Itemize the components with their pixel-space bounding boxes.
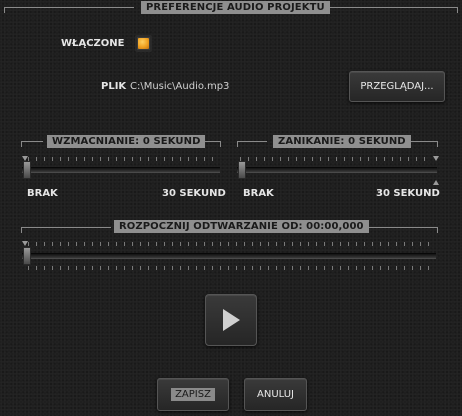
fade-in-track[interactable] [22, 167, 220, 173]
start-from-slider-thumb[interactable] [23, 247, 31, 265]
fade-out-track[interactable] [237, 167, 437, 173]
fade-in-slider-thumb[interactable] [23, 161, 31, 179]
file-path: C:\Music\Audio.mp3 [130, 81, 230, 92]
browse-button[interactable]: PRZEGLĄDAJ... [349, 71, 445, 102]
fade-in-min-label: BRAK [27, 188, 58, 199]
start-from-ticks-bottom [28, 266, 436, 270]
save-button-label: ZAPISZ [171, 388, 215, 401]
page-title: PREFERENCJE AUDIO PROJEKTU [141, 1, 330, 14]
fade-out-marker-icon [433, 156, 439, 161]
save-button[interactable]: ZAPISZ [157, 378, 229, 411]
fade-out-end-arrow-icon [433, 180, 439, 185]
enabled-label: WŁĄCZONE [61, 38, 125, 49]
fade-in-title: WZMACNIANIE: 0 SEKUND [47, 135, 206, 148]
fade-out-max-label: 30 SEKUND [376, 188, 440, 199]
start-from-track[interactable] [22, 253, 436, 259]
fade-in-ticks [28, 157, 220, 161]
cancel-button[interactable]: ANULUJ [244, 378, 307, 411]
play-button[interactable] [205, 294, 257, 346]
start-from-ticks-top [28, 242, 436, 246]
fade-out-slider-thumb[interactable] [238, 161, 246, 179]
fade-in-max-label: 30 SEKUND [162, 188, 226, 199]
start-from-title: ROZPOCZNIJ ODTWARZANIE OD: 00:00,000 [114, 220, 369, 233]
file-label: PLIK [101, 81, 127, 92]
fade-out-min-label: BRAK [243, 188, 274, 199]
start-from-marker-icon [22, 241, 28, 246]
browse-button-label: PRZEGLĄDAJ... [360, 81, 434, 92]
fade-out-title: ZANIKANIE: 0 SEKUND [273, 135, 411, 148]
checkbox-checkmark [138, 38, 149, 49]
play-icon [223, 309, 240, 331]
cancel-button-label: ANULUJ [257, 389, 294, 400]
fade-out-ticks [240, 157, 432, 161]
enabled-checkbox[interactable] [135, 35, 152, 52]
